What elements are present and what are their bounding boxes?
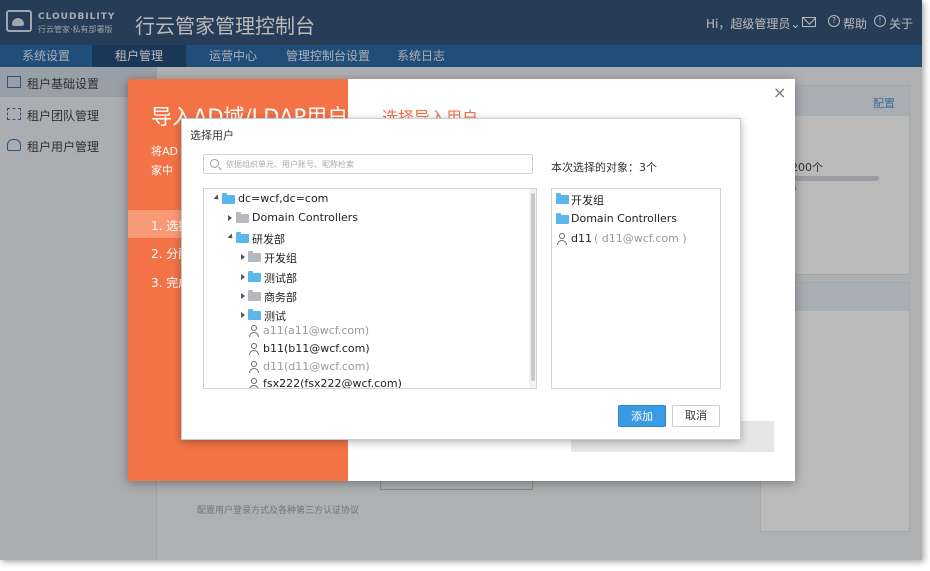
- tree-node-label: d11(d11@wcf.com): [263, 360, 370, 373]
- expand-toggle-icon[interactable]: [241, 254, 245, 260]
- folder-icon: [556, 213, 569, 224]
- selected-item-label: Domain Controllers: [571, 212, 678, 225]
- selected-item-email: ( d11@wcf.com ): [594, 232, 687, 245]
- tree-node-label: 研发部: [252, 233, 285, 246]
- selected-item[interactable]: Domain Controllers: [552, 211, 720, 229]
- folder-icon: [236, 212, 249, 223]
- add-button[interactable]: 添加: [618, 405, 666, 427]
- user-icon: [248, 361, 259, 373]
- tree-scrollbar-thumb[interactable]: [531, 193, 535, 381]
- folder-icon: [248, 271, 261, 282]
- tree-node-folder[interactable]: 开发组: [241, 249, 521, 267]
- folder-icon: [236, 232, 249, 243]
- user-icon: [248, 343, 259, 355]
- cancel-button[interactable]: 取消: [672, 405, 720, 427]
- select-user-dialog: 选择用户 本次选择的对象：3个 dc=wcf,dc=com Domain Con…: [181, 118, 741, 440]
- expand-toggle-icon[interactable]: [227, 233, 235, 241]
- tree-node-user[interactable]: fsx222(fsx222@wcf.com): [248, 376, 518, 389]
- dialog-title: 选择用户: [190, 129, 234, 142]
- selected-item[interactable]: 开发组: [552, 191, 720, 209]
- tree-node-folder[interactable]: 测试部: [241, 269, 521, 287]
- expand-toggle-icon[interactable]: [241, 312, 245, 318]
- folder-icon: [556, 193, 569, 204]
- tree-node-root[interactable]: dc=wcf,dc=com: [213, 191, 514, 209]
- tree-node-folder[interactable]: 研发部: [227, 230, 518, 248]
- selected-item-label: d11: [571, 232, 592, 245]
- close-icon[interactable]: ×: [773, 83, 786, 102]
- folder-icon: [248, 290, 261, 301]
- tree-node-label: 商务部: [264, 291, 297, 304]
- app-window: CLOUDBILITY 行云管家·私有部署版 行云管家管理控制台 Hi，超级管理…: [0, 0, 922, 560]
- selected-item-label: 开发组: [571, 194, 604, 207]
- tree-node-label: fsx222(fsx222@wcf.com): [263, 377, 402, 389]
- user-icon: [248, 325, 259, 337]
- tree-node-folder[interactable]: 商务部: [241, 288, 521, 306]
- tree-node-label: 开发组: [264, 252, 297, 265]
- user-icon: [248, 378, 259, 388]
- tree-node-label: dc=wcf,dc=com: [238, 192, 329, 205]
- folder-icon: [222, 193, 235, 204]
- search-box: [203, 154, 533, 174]
- import-description: 家中: [151, 164, 173, 177]
- search-icon: [210, 159, 219, 168]
- user-icon: [556, 233, 567, 245]
- expand-toggle-icon[interactable]: [241, 293, 245, 299]
- selected-count-label: 本次选择的对象：3个: [551, 161, 657, 174]
- expand-toggle-icon[interactable]: [213, 194, 221, 202]
- tree-node-label: a11(a11@wcf.com): [263, 324, 370, 337]
- expand-toggle-icon[interactable]: [228, 215, 232, 221]
- expand-toggle-icon[interactable]: [241, 274, 245, 280]
- folder-icon: [248, 251, 261, 262]
- tree-node-label: Domain Controllers: [252, 211, 359, 224]
- org-tree: dc=wcf,dc=com Domain Controllers 研发部 开发组: [203, 188, 537, 389]
- selected-objects-list: 开发组 Domain Controllers d11 ( d11@wcf.com…: [551, 188, 721, 389]
- tree-node-user[interactable]: b11(b11@wcf.com): [248, 341, 518, 359]
- tree-node-label: b11(b11@wcf.com): [263, 342, 370, 355]
- tree-node-label: 测试部: [264, 272, 297, 285]
- search-input[interactable]: [226, 157, 526, 171]
- selected-item[interactable]: d11 ( d11@wcf.com ): [552, 231, 720, 249]
- tree-node-user[interactable]: d11(d11@wcf.com): [248, 359, 518, 377]
- import-description: 将AD: [151, 145, 178, 158]
- tree-node-user[interactable]: a11(a11@wcf.com): [248, 323, 518, 341]
- tree-node-label: 测试: [264, 310, 286, 323]
- tree-node-folder[interactable]: Domain Controllers: [228, 210, 518, 228]
- folder-icon: [248, 309, 261, 320]
